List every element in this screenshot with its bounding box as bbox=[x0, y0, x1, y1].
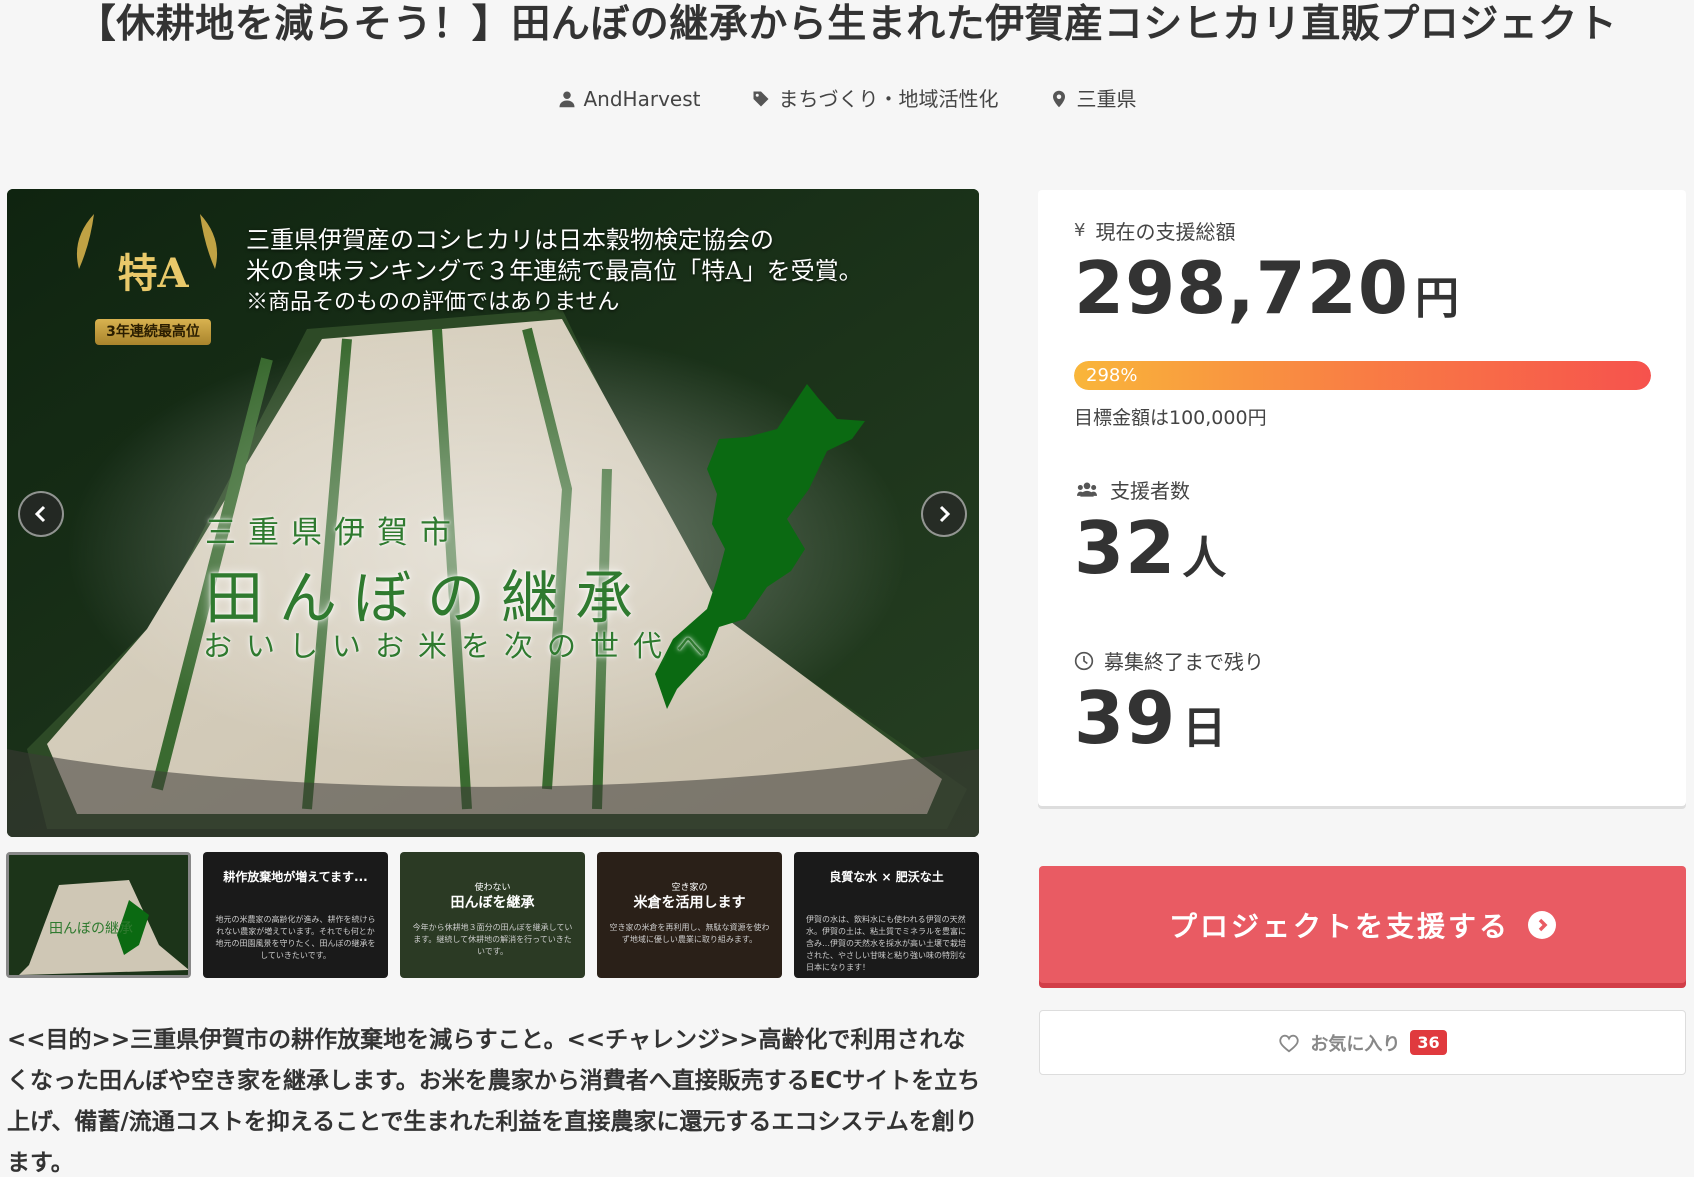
remaining-label-text: 募集終了まで残り bbox=[1104, 650, 1264, 674]
hero-caption-note: ※商品そのものの評価ではありません bbox=[246, 290, 620, 315]
thumbnail-4-big: 米倉を活用します bbox=[633, 895, 746, 911]
thumbnail-2[interactable]: 耕作放棄地が増えてます... 地元の米農家の高齢化が進み、耕作を続けられない農家… bbox=[203, 852, 388, 978]
remaining-unit: 日 bbox=[1182, 703, 1228, 754]
thumbnail-2-text: 地元の米農家の高齢化が進み、耕作を続けられない農家が増えています。それでも何とか… bbox=[215, 915, 376, 960]
goal-text: 目標金額は100,000円 bbox=[1074, 407, 1267, 429]
backers-label-text: 支援者数 bbox=[1110, 479, 1190, 503]
progress-text: 298% bbox=[1086, 365, 1138, 386]
chevron-right-icon bbox=[939, 505, 951, 523]
remaining-value: 39 日 bbox=[1074, 678, 1227, 769]
carousel-prev-button[interactable] bbox=[18, 491, 64, 537]
hero-city: 三重県伊賀市 bbox=[205, 515, 463, 551]
progress-fill bbox=[1074, 361, 1651, 390]
remaining-label: 募集終了まで残り bbox=[1074, 646, 1264, 675]
backers-number: 32 bbox=[1074, 506, 1177, 590]
user-icon bbox=[559, 91, 574, 108]
backers-label: 支援者数 bbox=[1074, 475, 1190, 504]
thumbnail-1-image: 田んぼの継承 bbox=[9, 855, 188, 975]
progress-bar: 298% bbox=[1074, 361, 1651, 390]
support-button-label: プロジェクトを支援する bbox=[1168, 909, 1510, 943]
owner-link[interactable]: AndHarvest bbox=[558, 82, 701, 116]
thumbnail-4[interactable]: 空き家の 米倉を活用します 空き家の米倉を再利用し、無駄な資源を使わず地域に優し… bbox=[597, 852, 782, 978]
project-title: 【休耕地を減らそう！】田んぼの継承から生まれた伊賀産コシヒカリ直販プロジェクト bbox=[76, 2, 1618, 47]
users-icon bbox=[1077, 482, 1097, 497]
project-meta: AndHarvest まちづくり・地域活性化 三重県 bbox=[0, 82, 1694, 116]
chevron-right-circle-icon bbox=[1528, 910, 1556, 939]
thumbnail-5-text: 伊賀の水は、飲料水にも使われる伊賀の天然水。伊賀の土は、粘土質でミネラルを豊富に… bbox=[806, 915, 966, 972]
favorite-count-badge: 36 bbox=[1410, 1030, 1447, 1055]
owner-name: AndHarvest bbox=[583, 87, 701, 111]
stats-panel: ¥ 現在の支援総額 298,720 円 298% 目標金額は100,000円 支援… bbox=[1038, 190, 1686, 806]
thumbnail-3[interactable]: 使わない 田んぼを継承 今年から休耕地３面分の田んぼを継承しています。継続して休… bbox=[400, 852, 585, 978]
hero-caption-line1: 三重県伊賀産のコシヒカリは日本穀物検定協会の bbox=[246, 226, 774, 254]
location-link[interactable]: 三重県 bbox=[1050, 82, 1136, 116]
hero-caption-line2: 米の食味ランキングで３年連続で最高位「特A」を受賞。 bbox=[246, 257, 863, 285]
favorite-button[interactable]: お気に入り 36 bbox=[1039, 1010, 1686, 1075]
category-link[interactable]: まちづくり・地域活性化 bbox=[752, 82, 998, 116]
thumbnail-4-text: 空き家の米倉を再利用し、無駄な資源を使わず地域に優しい農業に取り組みます。 bbox=[609, 923, 770, 944]
hero-subheading: おいしいお米を次の世代へ bbox=[203, 629, 720, 663]
thumbnail-2-title: 耕作放棄地が増えてます... bbox=[223, 870, 368, 884]
amount-unit: 円 bbox=[1414, 273, 1460, 324]
thumbnail-strip: 田んぼの継承 耕作放棄地が増えてます... 地元の米農家の高齢化が進み、耕作を続… bbox=[6, 852, 981, 978]
yen-icon: ¥ bbox=[1074, 220, 1086, 241]
amount-label-text: 現在の支援総額 bbox=[1095, 220, 1236, 244]
badge-sub-text: 3年連続最高位 bbox=[95, 319, 211, 345]
heart-icon bbox=[1279, 1034, 1300, 1052]
map-pin-icon bbox=[1053, 90, 1066, 108]
thumbnail-5-title: 良質な水 × 肥沃な土 bbox=[829, 870, 944, 884]
badge-main-text: 特A bbox=[117, 250, 189, 297]
support-project-button[interactable]: プロジェクトを支援する bbox=[1039, 866, 1686, 983]
project-description: <<目的>>三重県伊賀市の耕作放棄地を減らすこと。<<チャレンジ>>高齢化で利用… bbox=[7, 1027, 981, 1176]
chevron-left-icon bbox=[34, 505, 46, 523]
category-name: まちづくり・地域活性化 bbox=[778, 87, 999, 111]
hero-caption: 三重県伊賀産のコシヒカリは日本穀物検定協会の 米の食味ランキングで３年連続で最高… bbox=[246, 225, 863, 318]
backers-value: 32 人 bbox=[1074, 508, 1227, 599]
location-name: 三重県 bbox=[1076, 87, 1137, 111]
thumbnail-3-big: 田んぼを継承 bbox=[450, 895, 535, 911]
thumbnail-3-text: 今年から休耕地３面分の田んぼを継承しています。継続して休耕地の解消を行っていきた… bbox=[412, 923, 573, 956]
carousel-next-button[interactable] bbox=[921, 491, 967, 537]
award-badge: 特A 3年連続最高位 bbox=[73, 219, 233, 349]
amount-label: ¥ 現在の支援総額 bbox=[1074, 216, 1235, 245]
thumbnail-5[interactable]: 良質な水 × 肥沃な土 伊賀の水は、飲料水にも使われる伊賀の天然水。伊賀の土は、… bbox=[794, 852, 979, 978]
amount-number: 298,720 bbox=[1074, 246, 1409, 330]
svg-text:田んぼの継承: 田んぼの継承 bbox=[49, 921, 133, 937]
hero-carousel[interactable]: 特A 3年連続最高位 三重県伊賀産のコシヒカリは日本穀物検定協会の 米の食味ラン… bbox=[7, 189, 979, 837]
tag-icon bbox=[753, 91, 769, 107]
clock-icon bbox=[1074, 651, 1094, 670]
backers-unit: 人 bbox=[1182, 533, 1228, 584]
amount-value: 298,720 円 bbox=[1074, 248, 1460, 339]
thumbnail-1[interactable]: 田んぼの継承 bbox=[6, 852, 191, 978]
favorite-label: お気に入り bbox=[1310, 1033, 1401, 1055]
remaining-number: 39 bbox=[1074, 676, 1177, 760]
